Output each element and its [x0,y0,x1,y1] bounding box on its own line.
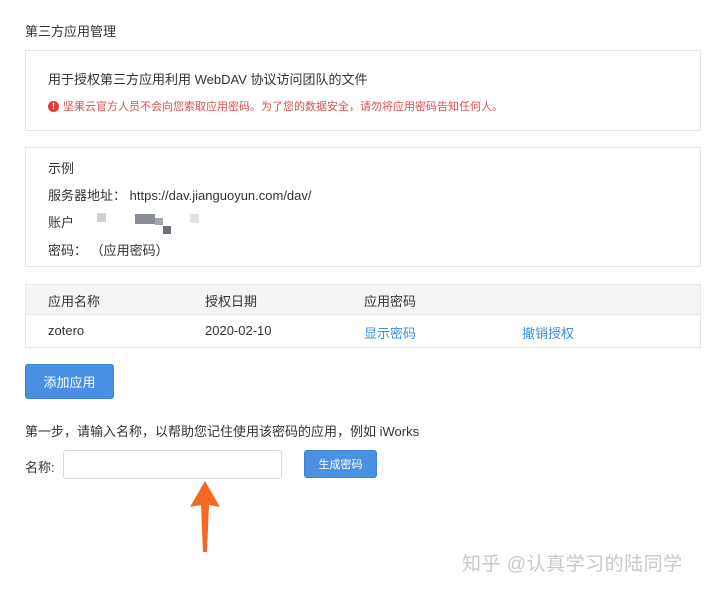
password-label: 密码： [48,243,88,258]
server-value: https://dav.jianguoyun.com/dav/ [129,188,312,203]
generate-password-button[interactable]: 生成密码 [304,450,377,478]
info-description: 用于授权第三方应用利用 WebDAV 协议访问团队的文件 [48,72,368,87]
column-header-password: 应用密码 [364,294,417,309]
example-heading: 示例 [48,161,75,176]
info-panel: 用于授权第三方应用利用 WebDAV 协议访问团队的文件 ! 坚果云官方人员不会… [25,50,701,131]
password-value: （应用密码） [90,243,169,258]
exclamation-circle-icon: ! [48,100,59,112]
server-label: 服务器地址： [48,188,127,203]
apps-table: 应用名称 授权日期 应用密码 zotero 2020-02-10 显示密码 撤销… [25,284,701,348]
account-label: 账户 [48,215,75,230]
redacted-account [155,218,163,225]
step-instruction: 第一步，请输入名称，以帮助您记住使用该密码的应用，例如 iWorks [25,424,420,439]
up-arrow-annotation [190,481,220,552]
security-warning: ! 坚果云官方人员不会向您索取应用密码。为了您的数据安全，请勿将应用密码告知任何… [48,98,503,114]
column-header-name: 应用名称 [48,294,101,309]
name-input[interactable] [63,450,282,479]
revoke-auth-link[interactable]: 撤销授权 [522,323,574,342]
redacted-account [163,226,171,234]
warning-text: 坚果云官方人员不会向您索取应用密码。为了您的数据安全，请勿将应用密码告知任何人。 [63,101,503,113]
app-name: zotero [48,323,85,338]
server-address-row: 服务器地址： https://dav.jianguoyun.com/dav/ [48,185,312,204]
auth-date: 2020-02-10 [205,323,272,338]
example-panel: 示例 服务器地址： https://dav.jianguoyun.com/dav… [25,147,701,267]
account-row: 账户 [48,212,74,231]
redacted-account [97,213,106,222]
show-password-link[interactable]: 显示密码 [364,323,416,342]
column-header-date: 授权日期 [205,294,258,309]
redacted-account [135,214,155,224]
name-label: 名称: [25,460,55,475]
table-header: 应用名称 授权日期 应用密码 [26,285,700,315]
watermark: 知乎 @认真学习的陆同学 [462,554,683,575]
password-row: 密码： （应用密码） [48,240,169,259]
add-app-button[interactable]: 添加应用 [25,364,114,399]
page-title: 第三方应用管理 [25,24,117,39]
redacted-account [190,214,199,223]
